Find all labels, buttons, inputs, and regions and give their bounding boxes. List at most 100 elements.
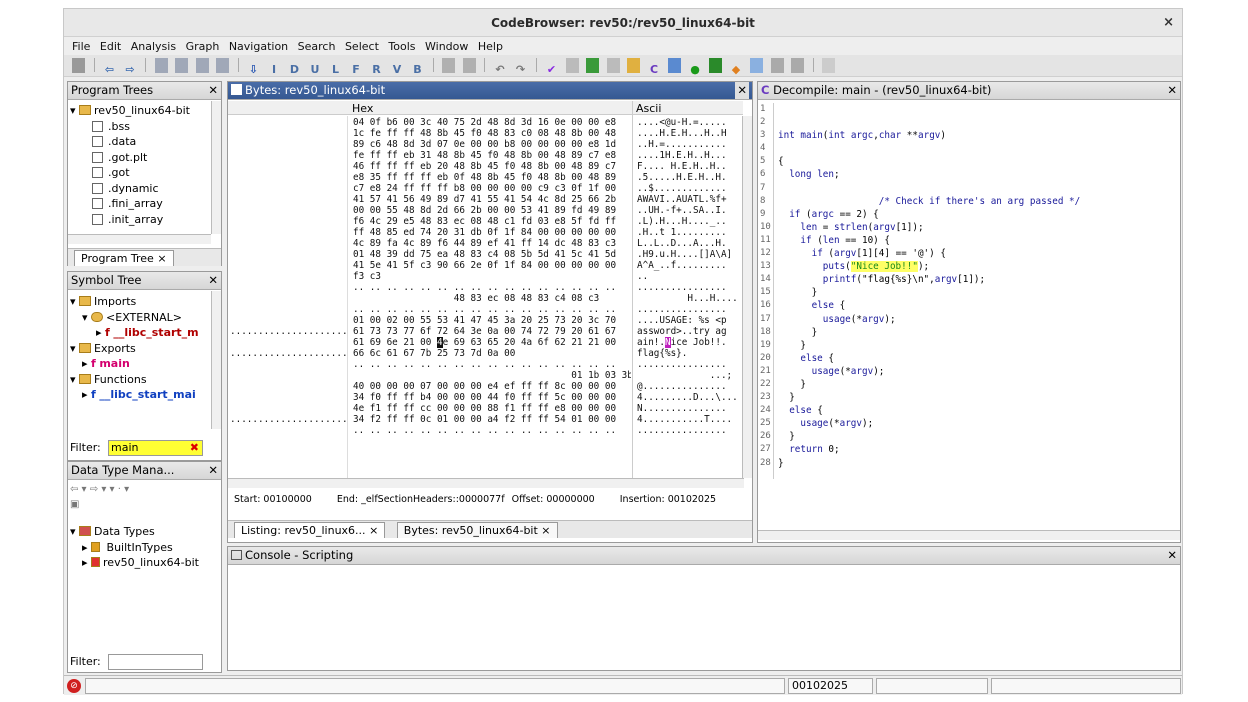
ascii-row[interactable]: ................: [637, 282, 740, 293]
instruction-icon[interactable]: I: [268, 62, 281, 76]
decompile-icon[interactable]: C: [648, 62, 661, 76]
hex-row[interactable]: 66 6c 61 67 7b 25 73 7d 0a 00: [353, 348, 631, 359]
ascii-row[interactable]: ....1H.E.H..H...: [637, 150, 740, 161]
hex-row[interactable]: 34 f2 ff ff 0c 01 00 00 a4 f2 ff ff 54 0…: [353, 414, 631, 425]
diff-icon[interactable]: [442, 58, 455, 73]
listing-icon[interactable]: [606, 58, 620, 73]
nav-undefined-icon[interactable]: [195, 58, 209, 73]
back-icon[interactable]: ⇦: [103, 62, 116, 76]
hex-row[interactable]: 41 57 41 56 49 89 d7 41 55 41 54 4c 8d 2…: [353, 194, 631, 205]
hex-row[interactable]: f3 c3: [353, 271, 631, 282]
hex-row[interactable]: f6 4c 29 e5 48 83 ec 08 48 c1 fd 03 e8 5…: [353, 216, 631, 227]
graph-icon[interactable]: [668, 58, 681, 73]
undefined-icon[interactable]: U: [309, 62, 322, 76]
bytes-vscroll[interactable]: [742, 116, 752, 478]
hex-view[interactable]: 04 0f b6 00 3c 40 75 2d 48 8d 3d 16 0e 0…: [353, 117, 631, 477]
menu-search[interactable]: Search: [298, 40, 336, 53]
tab-bytes[interactable]: Bytes: rev50_linux64-bit ×: [396, 522, 558, 538]
ascii-row[interactable]: A^A_..f.........: [637, 260, 740, 271]
symbol-filter-input[interactable]: main ✖: [108, 440, 203, 456]
ascii-row[interactable]: ..: [637, 271, 740, 282]
ascii-row[interactable]: 4...........T....: [637, 414, 740, 425]
ascii-row[interactable]: ...;: [637, 370, 740, 381]
tree-program-types[interactable]: ▸ rev50_linux64-bit: [70, 555, 199, 571]
program-tree-hscroll[interactable]: [68, 234, 211, 244]
decompile-close-icon[interactable]: ✕: [1167, 82, 1177, 99]
script-icon[interactable]: [770, 58, 784, 73]
run-icon[interactable]: ●: [689, 62, 702, 76]
ascii-row[interactable]: ..UH.-f+..SA..I.: [637, 205, 740, 216]
hex-row[interactable]: 00 00 55 48 8d 2d 66 2b 00 00 53 41 89 f…: [353, 205, 631, 216]
tab-close-icon[interactable]: ×: [369, 524, 378, 537]
status-error-icon[interactable]: ⊘: [67, 679, 81, 693]
bytes-icon[interactable]: [586, 58, 599, 73]
ascii-row[interactable]: H...H....: [637, 293, 740, 304]
ascii-row[interactable]: .5.....H.E.H..H.: [637, 172, 740, 183]
hex-row[interactable]: c7 e8 24 ff ff ff b8 00 00 00 00 c9 c3 0…: [353, 183, 631, 194]
ascii-row[interactable]: .H9.u.H....[]A\A]: [637, 249, 740, 260]
ascii-row[interactable]: flag{%s}.: [637, 348, 740, 359]
nav-data-icon[interactable]: [175, 58, 188, 73]
ascii-row[interactable]: ....<@u-H.=.....: [637, 117, 740, 128]
menu-file[interactable]: File: [72, 40, 90, 53]
value-icon[interactable]: V: [391, 62, 404, 76]
hex-row[interactable]: 04 0f b6 00 3c 40 75 2d 48 8d 3d 16 0e 0…: [353, 117, 631, 128]
tree-libc-fn[interactable]: ▸ f __libc_start_mai: [70, 387, 199, 403]
ascii-row[interactable]: .H..t 1.........: [637, 227, 740, 238]
hex-row[interactable]: 4e f1 ff ff cc 00 00 00 88 f1 ff ff e8 0…: [353, 403, 631, 414]
ascii-row[interactable]: AWAVI..AUATL.%f+: [637, 194, 740, 205]
tree-libc-import[interactable]: ▸ f __libc_start_m: [70, 325, 199, 341]
ascii-row[interactable]: assword>..try ag: [637, 326, 740, 337]
folder-icon[interactable]: [627, 58, 640, 73]
redo-icon[interactable]: ↷: [514, 62, 527, 76]
hex-row[interactable]: 01 00 02 00 55 53 41 47 45 3a 20 25 73 2…: [353, 315, 631, 326]
window-icon[interactable]: [750, 58, 763, 73]
decompile-hscroll[interactable]: [758, 530, 1180, 540]
ascii-row[interactable]: ................: [637, 425, 740, 436]
menu-help[interactable]: Help: [478, 40, 503, 53]
hex-row[interactable]: .. .. .. .. .. .. .. .. .. .. .. .. .. .…: [353, 425, 631, 436]
hex-row[interactable]: fe ff ff eb 31 48 8b 45 f0 48 8b 00 48 8…: [353, 150, 631, 161]
tree-item[interactable]: .got.plt: [70, 150, 190, 166]
ascii-row[interactable]: ................: [637, 304, 740, 315]
ascii-row[interactable]: ..H.=...........: [637, 139, 740, 150]
datatype-filter-input[interactable]: [108, 654, 203, 670]
menu-edit[interactable]: Edit: [100, 40, 121, 53]
label-icon[interactable]: L: [329, 62, 342, 76]
hex-row[interactable]: 61 73 73 77 6f 72 64 3e 0a 00 74 72 79 2…: [353, 326, 631, 337]
menu-navigation[interactable]: Navigation: [229, 40, 288, 53]
save-icon[interactable]: [72, 58, 85, 73]
help-icon[interactable]: [822, 58, 835, 73]
check-icon[interactable]: ✔: [545, 62, 558, 76]
menu-analysis[interactable]: Analysis: [131, 40, 176, 53]
tab-close-icon[interactable]: ×: [157, 252, 166, 265]
ascii-row[interactable]: @...............: [637, 381, 740, 392]
tree-item[interactable]: .got: [70, 165, 190, 181]
symbol-tree-vscroll[interactable]: [211, 291, 221, 429]
hex-row[interactable]: 40 00 00 00 07 00 00 00 e4 ef ff ff 8c 0…: [353, 381, 631, 392]
hex-row[interactable]: 1c fe ff ff 48 8b 45 f0 48 83 c0 08 48 8…: [353, 128, 631, 139]
nav-label-icon[interactable]: [216, 58, 229, 73]
tree-data-types[interactable]: ▾ Data Types: [70, 524, 199, 540]
hex-row[interactable]: e8 35 ff ff ff eb 0f 48 8b 45 f0 48 8b 0…: [353, 172, 631, 183]
forward-icon[interactable]: ⇨: [124, 62, 137, 76]
ascii-row[interactable]: ..$.............: [637, 183, 740, 194]
program-tree-vscroll[interactable]: [211, 101, 221, 234]
hex-row[interactable]: 46 ff ff ff eb 20 48 8b 45 f0 48 8b 00 4…: [353, 161, 631, 172]
menu-tools[interactable]: Tools: [388, 40, 415, 53]
decompiled-code[interactable]: int main(int argc,char **argv) { long le…: [778, 103, 1080, 509]
tree-item[interactable]: .bss: [70, 119, 190, 135]
tree-item[interactable]: .fini_array: [70, 196, 190, 212]
hex-cursor[interactable]: 4: [436, 337, 443, 348]
down-arrow-icon[interactable]: ⇩: [247, 62, 260, 76]
clear-filter-icon[interactable]: ✖: [190, 441, 199, 455]
menu-window[interactable]: Window: [425, 40, 468, 53]
reference-icon[interactable]: R: [370, 62, 383, 76]
tree-item[interactable]: .data: [70, 134, 190, 150]
tree-root[interactable]: ▾ rev50_linux64-bit: [70, 103, 190, 119]
ascii-row[interactable]: ain!.Nice Job!!.: [637, 337, 740, 348]
data-type-manager-close-icon[interactable]: ✕: [208, 462, 218, 479]
tree-exports[interactable]: ▾ Exports: [70, 341, 199, 357]
menu-select[interactable]: Select: [345, 40, 379, 53]
hex-row[interactable]: 61 69 6e 21 00 4e 69 63 65 20 4a 6f 62 2…: [353, 337, 631, 348]
